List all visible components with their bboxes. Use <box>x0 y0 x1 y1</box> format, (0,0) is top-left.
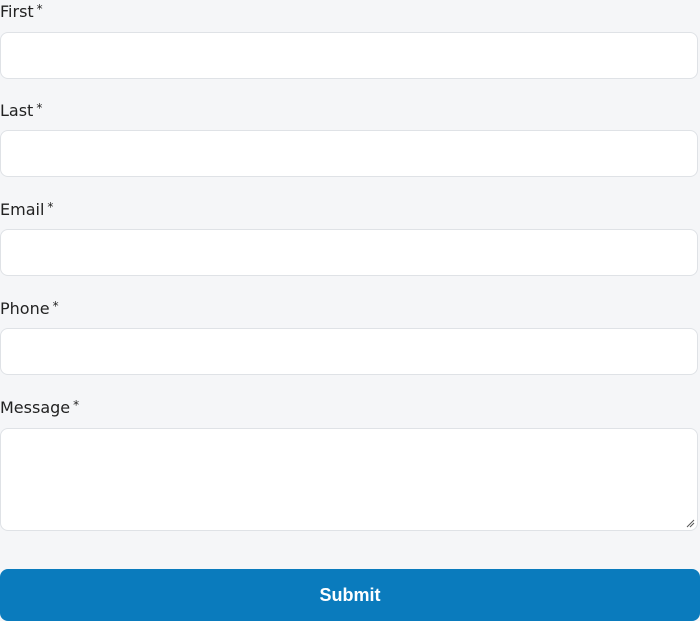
email-required-mark: * <box>47 200 54 214</box>
email-input[interactable] <box>0 229 698 276</box>
contact-form: First * Last * Email * Phone * Message * Subm… <box>0 0 700 621</box>
submit-button-label: Submit <box>319 584 381 605</box>
message-required-mark: * <box>73 398 80 412</box>
phone-required-mark: * <box>52 299 59 313</box>
submit-button[interactable]: Submit <box>0 569 700 621</box>
first-name-input[interactable] <box>0 32 698 79</box>
email-label-text: Email <box>0 200 45 219</box>
first-label-text: First <box>0 2 34 21</box>
last-required-mark: * <box>36 101 43 115</box>
last-label: Last * <box>0 101 42 121</box>
phone-label: Phone * <box>0 299 59 319</box>
first-required-mark: * <box>36 2 43 16</box>
message-textarea[interactable] <box>0 428 698 531</box>
phone-label-text: Phone <box>0 299 50 318</box>
first-label: First * <box>0 2 43 22</box>
last-label-text: Last <box>0 101 34 120</box>
resize-handle-icon[interactable] <box>685 518 695 528</box>
email-label: Email * <box>0 200 53 220</box>
phone-input[interactable] <box>0 328 698 375</box>
last-name-input[interactable] <box>0 130 698 177</box>
message-label: Message * <box>0 398 79 418</box>
message-label-text: Message <box>0 398 71 417</box>
